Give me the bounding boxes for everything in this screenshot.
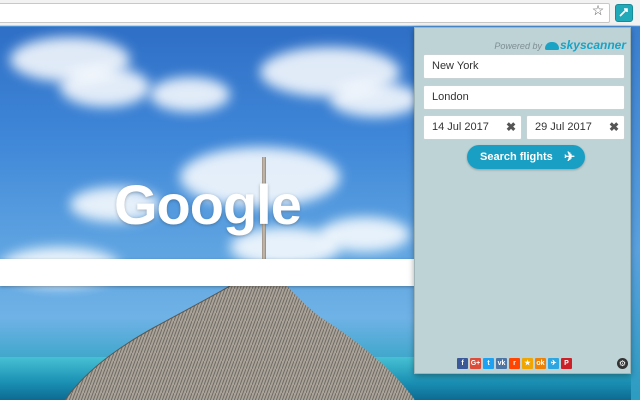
- google-logo: Google: [114, 173, 302, 236]
- skyscanner-brand[interactable]: skyscanner: [560, 38, 626, 52]
- depart-date-field[interactable]: 14 Jul 2017 ✖: [423, 115, 522, 140]
- destination-value: London: [432, 91, 469, 103]
- reddit-icon[interactable]: r: [509, 358, 520, 369]
- twitter-icon[interactable]: t: [483, 358, 494, 369]
- share-bar: f G+ t vk r ★ ok ✈ P: [457, 358, 572, 370]
- star-icon[interactable]: ☆: [590, 2, 606, 18]
- vk-icon[interactable]: vk: [496, 358, 507, 369]
- origin-value: New York: [432, 60, 479, 72]
- clear-return-icon[interactable]: ✖: [609, 116, 619, 139]
- google-plus-icon[interactable]: G+: [470, 358, 481, 369]
- telegram-icon[interactable]: ✈: [548, 358, 559, 369]
- pinterest-icon[interactable]: P: [561, 358, 572, 369]
- clear-depart-icon[interactable]: ✖: [506, 116, 516, 139]
- return-date-field[interactable]: 29 Jul 2017 ✖: [526, 115, 625, 140]
- powered-by-label: Powered by: [494, 41, 542, 51]
- depart-date-value: 14 Jul 2017: [432, 121, 489, 133]
- gear-icon[interactable]: ⚙: [617, 358, 628, 369]
- favorites-icon[interactable]: ★: [522, 358, 533, 369]
- plane-icon: ✈: [564, 149, 575, 164]
- return-date-value: 29 Jul 2017: [535, 121, 592, 133]
- search-flights-label: Search flights: [480, 151, 553, 163]
- facebook-icon[interactable]: f: [457, 358, 468, 369]
- odnoklassniki-icon[interactable]: ok: [535, 358, 546, 369]
- address-bar[interactable]: [0, 3, 610, 23]
- browser-toolbar: ☆: [0, 0, 640, 26]
- destination-field[interactable]: London: [423, 85, 625, 110]
- background-strip: [631, 27, 640, 400]
- google-search-box[interactable]: [0, 259, 414, 286]
- skyscanner-popup: Powered by skyscanner New York London 14 …: [414, 27, 631, 374]
- powered-by: Powered by skyscanner: [494, 38, 626, 52]
- origin-field[interactable]: New York: [423, 54, 625, 79]
- skyscanner-logo-icon: [544, 42, 559, 50]
- skyscanner-extension-icon[interactable]: [615, 4, 633, 22]
- search-flights-button[interactable]: Search flights ✈: [467, 145, 585, 169]
